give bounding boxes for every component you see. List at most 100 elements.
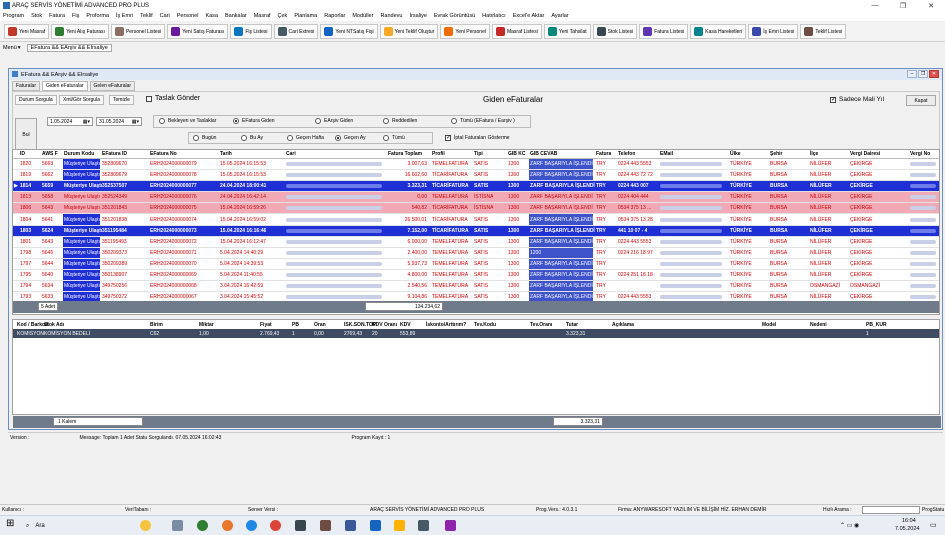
system-tray-icons[interactable]: ⌃ ▭ ◉ — [840, 522, 859, 529]
toolbar-button[interactable]: Yeni Tahsilat — [543, 24, 591, 39]
column-header[interactable]: Vergi Dairesi — [849, 150, 880, 158]
task-view-icon[interactable] — [172, 520, 183, 531]
detail-column-header[interactable]: Fiyat — [259, 320, 272, 329]
radio-gecen-hafta-circle[interactable] — [287, 135, 293, 141]
menu-item[interactable]: İş Emri — [116, 13, 133, 19]
radio-tumu-type[interactable]: Tümü (EFatura / Earşiv ) — [451, 118, 515, 124]
column-header[interactable]: Cari — [285, 150, 296, 158]
menu-item[interactable]: Kasa — [205, 13, 218, 19]
iptal-faturalari-checkbox[interactable] — [445, 134, 451, 141]
tab[interactable]: Faturalar — [12, 81, 41, 91]
table-row[interactable]: 1806 5643 Müşteriye Ulaştı 351201843 ERH2024… — [13, 203, 939, 215]
menu-item[interactable]: Program — [3, 13, 24, 19]
detail-column-header[interactable]: Model — [761, 320, 776, 329]
radio-gecen-ay[interactable]: Geçen Ay — [335, 135, 366, 141]
column-header[interactable]: Profil — [431, 150, 445, 158]
toolbar-button[interactable]: İş Emri Listesi — [748, 24, 799, 39]
taskbar-search[interactable]: ⌕ Ara — [22, 520, 122, 532]
menu-item[interactable]: Fatura — [49, 13, 65, 19]
detail-column-header[interactable]: Açıklama — [611, 320, 634, 329]
column-header[interactable]: ID — [19, 150, 25, 158]
date-to-field[interactable]: 31.05.2024 ▦▾ — [96, 117, 142, 126]
app-icon-1[interactable] — [197, 520, 208, 531]
app-icon-8[interactable] — [445, 520, 456, 531]
table-row[interactable]: 1794 5634 Müşteriye Ulaştı 349750256 ERH2024… — [13, 281, 939, 293]
menu-item[interactable]: Planlama — [294, 13, 317, 19]
radio-bekleyen[interactable]: Bekleyen ve Taslaklar — [159, 118, 216, 124]
taslak-gonder-option[interactable]: Taslak Gönder — [146, 95, 200, 102]
date-from-field[interactable]: 1.05.2024 ▦▾ — [47, 117, 93, 126]
sadece-mali-yil-checkbox[interactable] — [830, 96, 836, 103]
detail-row[interactable]: KOMISYON KOMİSYON BEDELİ C62 1,00 2.769,43 1 0… — [13, 329, 939, 338]
toolbar-button[interactable]: Masraf Listesi — [491, 24, 542, 39]
window-close-icon[interactable]: ✕ — [929, 70, 939, 78]
table-row[interactable]: 1813 5658 Müşteriye Ulaştı 352524349 ERH2024… — [13, 192, 939, 204]
chevron-down-icon[interactable]: ▾ — [18, 45, 21, 51]
app-icon-4[interactable] — [345, 520, 356, 531]
detail-column-header[interactable]: KDV Oranı — [371, 320, 397, 329]
menu-item[interactable]: Evrak Görüntüsü — [434, 13, 475, 19]
radio-efatura-giden-circle[interactable] — [233, 118, 239, 124]
radio-tumu-type-circle[interactable] — [451, 118, 457, 124]
radio-tumu-period[interactable]: Tümü — [383, 135, 405, 141]
xml-sorgula-button[interactable]: Xml/Gör Sorgula — [59, 95, 104, 105]
menu-item[interactable]: Personel — [177, 13, 199, 19]
column-header[interactable]: EFatura ID — [101, 150, 127, 158]
calendar-icon[interactable]: ▦▾ — [132, 119, 139, 125]
toolbar-button[interactable]: Stok Listesi — [592, 24, 638, 39]
notification-icon[interactable]: ▭ — [930, 521, 937, 529]
app-icon-7[interactable] — [418, 520, 429, 531]
window-minimize-icon[interactable]: – — [907, 70, 917, 78]
radio-bugun[interactable]: Bugün — [193, 135, 216, 141]
menu-item[interactable]: Teklif — [140, 13, 153, 19]
table-row[interactable]: 1803 5624 Müşteriye Ulaştı 351195484 ERH2024… — [13, 225, 939, 237]
quick-search-input[interactable] — [862, 506, 920, 514]
table-row[interactable]: 1795 5640 Müşteriye Ulaştı 350138907 ERH2024… — [13, 269, 939, 282]
tab[interactable]: Giden eFaturalar — [42, 81, 88, 91]
menu-item[interactable]: Masraf — [254, 13, 271, 19]
toolbar-button[interactable]: Fatura Listesi — [639, 24, 689, 39]
menu-item[interactable]: Cari — [160, 13, 170, 19]
menu-item[interactable]: Excel'e Aktar — [513, 13, 545, 19]
column-header[interactable]: AWS F — [41, 150, 58, 158]
app-icon-2[interactable] — [295, 520, 306, 531]
toolbar-button[interactable]: Yeni Alış Faturası — [51, 24, 109, 39]
detail-column-header[interactable]: Miktar — [198, 320, 214, 329]
windows-start-icon[interactable]: ⊞ — [6, 518, 17, 529]
toolbar-button[interactable]: Yeni NTSatış Fişi — [320, 24, 378, 39]
menu-item[interactable]: Fiş — [72, 13, 79, 19]
menu-item[interactable]: Stok — [31, 13, 42, 19]
window-restore-icon[interactable]: ❐ — [918, 70, 928, 78]
menu-item[interactable]: Raporlar — [324, 13, 345, 19]
radio-gecen-ay-circle[interactable] — [335, 135, 341, 141]
table-row[interactable]: ▶ 1814 5659 Müşteriye Ulaştı 352537507 ERH202… — [13, 181, 939, 193]
radio-bugun-circle[interactable] — [193, 135, 199, 141]
app-icon-6[interactable] — [394, 520, 405, 531]
column-header[interactable]: Ülke — [729, 150, 741, 158]
document-tab[interactable]: EFatura && EArşiv && EIrsaliye — [26, 44, 112, 52]
toolbar-button[interactable]: Yeni Satış Faturası — [167, 24, 229, 39]
detail-column-header[interactable]: PB — [291, 320, 299, 329]
toolbar-button[interactable]: Teklif Listesi — [800, 24, 847, 39]
app-icon-3[interactable] — [320, 520, 331, 531]
detail-column-header[interactable]: Stok Adı — [43, 320, 64, 329]
detail-column-header[interactable]: Nedeni — [809, 320, 827, 329]
chrome-icon[interactable] — [270, 520, 281, 531]
tab[interactable]: Gelen eFaturalar — [89, 81, 136, 91]
radio-earsiv-giden-circle[interactable] — [315, 118, 321, 124]
radio-bu-ay[interactable]: Bu Ay — [241, 135, 263, 141]
table-row[interactable]: 1801 5643 Müşteriye Ulaştı 351195493 ERH2024… — [13, 236, 939, 248]
taslak-gonder-checkbox[interactable] — [146, 95, 152, 102]
column-header[interactable]: EFatura No — [149, 150, 177, 158]
toolbar-button[interactable]: Yeni Personel — [440, 24, 490, 39]
maximize-icon[interactable]: ❐ — [889, 0, 917, 11]
detail-column-header[interactable]: Tev.Oranı — [529, 320, 552, 329]
iptal-faturalari-option[interactable]: İptal Faturaları Gösterme — [445, 134, 510, 141]
minimize-icon[interactable]: — — [861, 0, 889, 11]
detail-column-header[interactable]: Oran — [313, 320, 326, 329]
toolbar-button[interactable]: Fiş Listesi — [230, 24, 272, 39]
column-header[interactable]: Tarih — [219, 150, 232, 158]
menu-item[interactable]: Çek — [278, 13, 288, 19]
column-header[interactable]: EMail — [659, 150, 673, 158]
menu-button[interactable]: Menü — [3, 45, 17, 51]
